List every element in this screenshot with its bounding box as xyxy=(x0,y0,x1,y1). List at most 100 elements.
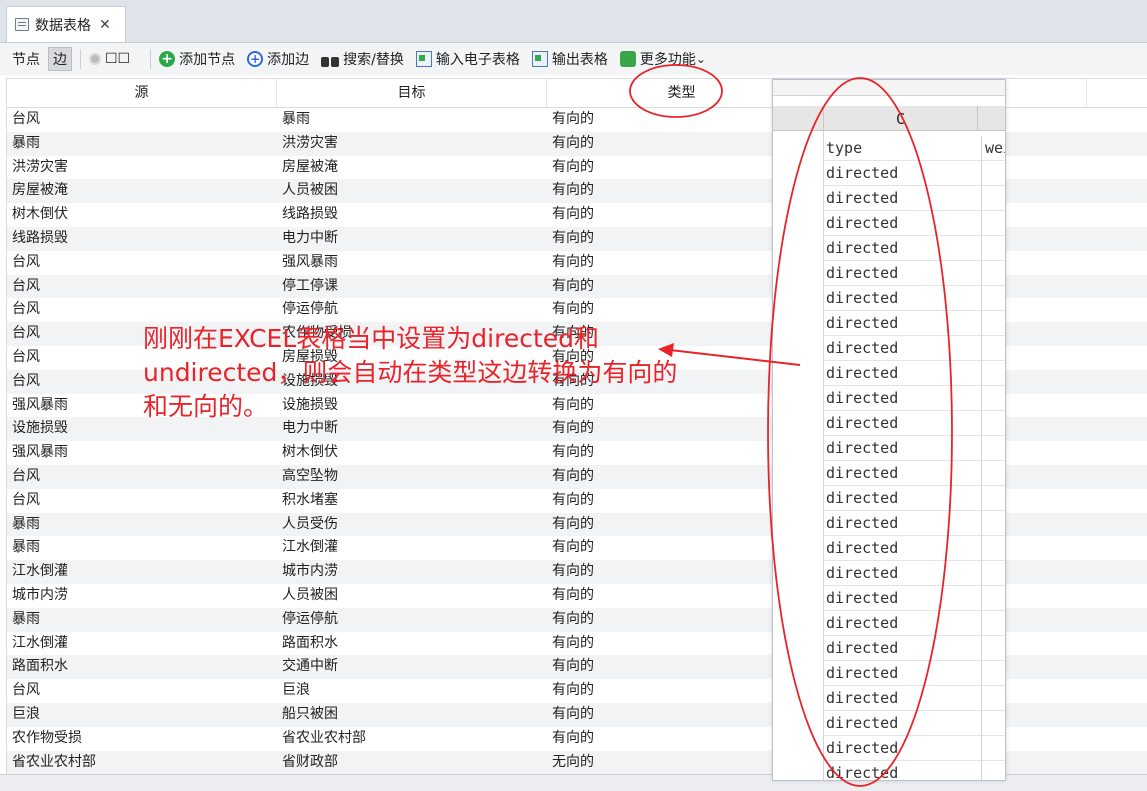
column-header-source[interactable]: 源 xyxy=(7,79,277,107)
target-cell[interactable]: 积水堵塞 xyxy=(282,489,338,513)
target-cell[interactable]: 电力中断 xyxy=(282,227,338,251)
source-cell[interactable]: 江水倒灌 xyxy=(12,560,68,584)
type-cell[interactable]: 有向的 xyxy=(552,584,594,608)
import-spreadsheet-button[interactable]: 输入电子表格 xyxy=(415,49,520,69)
target-cell[interactable]: 暴雨 xyxy=(282,108,310,132)
tab-data-table[interactable]: 数据表格 ✕ xyxy=(6,6,126,42)
close-icon[interactable]: ✕ xyxy=(99,17,111,33)
more-actions-button[interactable]: 更多功能 ⌄ xyxy=(619,49,706,69)
type-cell[interactable]: 有向的 xyxy=(552,132,594,156)
column-header-target[interactable]: 目标 xyxy=(277,79,547,107)
source-cell[interactable]: 树木倒伏 xyxy=(12,203,68,227)
target-cell[interactable]: 人员被困 xyxy=(282,584,338,608)
source-cell[interactable]: 台风 xyxy=(12,275,40,299)
source-cell[interactable]: 台风 xyxy=(12,322,40,346)
excel-row: directed xyxy=(823,636,1005,661)
source-cell[interactable]: 台风 xyxy=(12,465,40,489)
target-cell[interactable]: 船只被困 xyxy=(282,703,338,727)
source-cell[interactable]: 台风 xyxy=(12,251,40,275)
target-cell[interactable]: 停运停航 xyxy=(282,298,338,322)
source-cell[interactable]: 线路损毁 xyxy=(12,227,68,251)
type-cell[interactable]: 有向的 xyxy=(552,536,594,560)
excel-cell: directed xyxy=(826,564,899,582)
target-cell[interactable]: 房屋被淹 xyxy=(282,156,338,180)
target-cell[interactable]: 江水倒灌 xyxy=(282,536,338,560)
type-cell[interactable]: 有向的 xyxy=(552,608,594,632)
type-cell[interactable]: 有向的 xyxy=(552,465,594,489)
type-cell[interactable]: 有向的 xyxy=(552,679,594,703)
target-cell[interactable]: 停运停航 xyxy=(282,608,338,632)
source-cell[interactable]: 暴雨 xyxy=(12,513,40,537)
source-cell[interactable]: 农作物受损 xyxy=(12,727,82,751)
type-cell[interactable]: 有向的 xyxy=(552,179,594,203)
type-cell[interactable]: 有向的 xyxy=(552,655,594,679)
target-cell[interactable]: 路面积水 xyxy=(282,632,338,656)
source-cell[interactable]: 房屋被淹 xyxy=(12,179,68,203)
source-cell[interactable]: 路面积水 xyxy=(12,655,68,679)
type-cell[interactable]: 有向的 xyxy=(552,251,594,275)
excel-cell xyxy=(981,361,1005,385)
excel-row: directed xyxy=(823,561,1005,586)
source-cell[interactable]: 城市内涝 xyxy=(12,584,68,608)
type-cell[interactable]: 有向的 xyxy=(552,441,594,465)
source-cell[interactable]: 台风 xyxy=(12,679,40,703)
type-cell[interactable]: 有向的 xyxy=(552,203,594,227)
target-cell[interactable]: 高空坠物 xyxy=(282,465,338,489)
excel-cell: directed xyxy=(826,164,899,182)
excel-cell xyxy=(981,686,1005,710)
excel-row-headers xyxy=(773,131,824,780)
type-cell[interactable]: 有向的 xyxy=(552,108,594,132)
type-cell[interactable]: 有向的 xyxy=(552,632,594,656)
tab-label: 数据表格 xyxy=(35,17,91,34)
source-cell[interactable]: 台风 xyxy=(12,108,40,132)
source-cell[interactable]: 台风 xyxy=(12,489,40,513)
type-cell[interactable]: 有向的 xyxy=(552,227,594,251)
target-cell[interactable]: 省农业农村部 xyxy=(282,727,366,751)
source-cell[interactable]: 设施损毁 xyxy=(12,417,68,441)
target-cell[interactable]: 树木倒伏 xyxy=(282,441,338,465)
source-cell[interactable]: 台风 xyxy=(12,370,40,394)
source-cell[interactable]: 暴雨 xyxy=(12,536,40,560)
search-replace-button[interactable]: 搜索/替换 xyxy=(321,49,404,69)
type-cell[interactable]: 有向的 xyxy=(552,560,594,584)
source-cell[interactable]: 省农业农村部 xyxy=(12,751,96,775)
excel-row: directed xyxy=(823,486,1005,511)
source-cell[interactable]: 洪涝灾害 xyxy=(12,156,68,180)
excel-top-strip xyxy=(773,80,1005,96)
target-cell[interactable]: 巨浪 xyxy=(282,679,310,703)
target-cell[interactable]: 人员受伤 xyxy=(282,513,338,537)
source-cell[interactable]: 暴雨 xyxy=(12,132,40,156)
target-cell[interactable]: 交通中断 xyxy=(282,655,338,679)
add-node-button[interactable]: + 添加节点 xyxy=(159,49,235,69)
type-cell[interactable]: 有向的 xyxy=(552,703,594,727)
excel-cell: directed xyxy=(826,689,899,707)
source-cell[interactable]: 巨浪 xyxy=(12,703,40,727)
nodes-toggle[interactable]: 节点 xyxy=(8,47,44,71)
source-cell[interactable]: 台风 xyxy=(12,346,40,370)
target-cell[interactable]: 人员被困 xyxy=(282,179,338,203)
puzzle-icon xyxy=(619,51,636,67)
source-cell[interactable]: 强风暴雨 xyxy=(12,441,68,465)
target-cell[interactable]: 城市内涝 xyxy=(282,560,338,584)
target-cell[interactable]: 洪涝灾害 xyxy=(282,132,338,156)
type-cell[interactable]: 有向的 xyxy=(552,513,594,537)
type-cell[interactable]: 有向的 xyxy=(552,275,594,299)
edges-toggle[interactable]: 边 xyxy=(48,47,72,71)
type-cell[interactable]: 无向的 xyxy=(552,751,594,775)
configure-button[interactable]: ☐☐ xyxy=(89,51,130,67)
target-cell[interactable]: 停工停课 xyxy=(282,275,338,299)
source-cell[interactable]: 暴雨 xyxy=(12,608,40,632)
source-cell[interactable]: 江水倒灌 xyxy=(12,632,68,656)
type-cell[interactable]: 有向的 xyxy=(552,489,594,513)
target-cell[interactable]: 线路损毁 xyxy=(282,203,338,227)
type-cell[interactable]: 有向的 xyxy=(552,727,594,751)
source-cell[interactable]: 台风 xyxy=(12,298,40,322)
type-cell[interactable]: 有向的 xyxy=(552,298,594,322)
excel-cell: directed xyxy=(826,664,899,682)
target-cell[interactable]: 强风暴雨 xyxy=(282,251,338,275)
add-edge-button[interactable]: + 添加边 xyxy=(247,49,309,69)
source-cell[interactable]: 强风暴雨 xyxy=(12,394,68,418)
export-table-button[interactable]: 输出表格 xyxy=(531,49,608,69)
target-cell[interactable]: 省财政部 xyxy=(282,751,338,775)
type-cell[interactable]: 有向的 xyxy=(552,156,594,180)
